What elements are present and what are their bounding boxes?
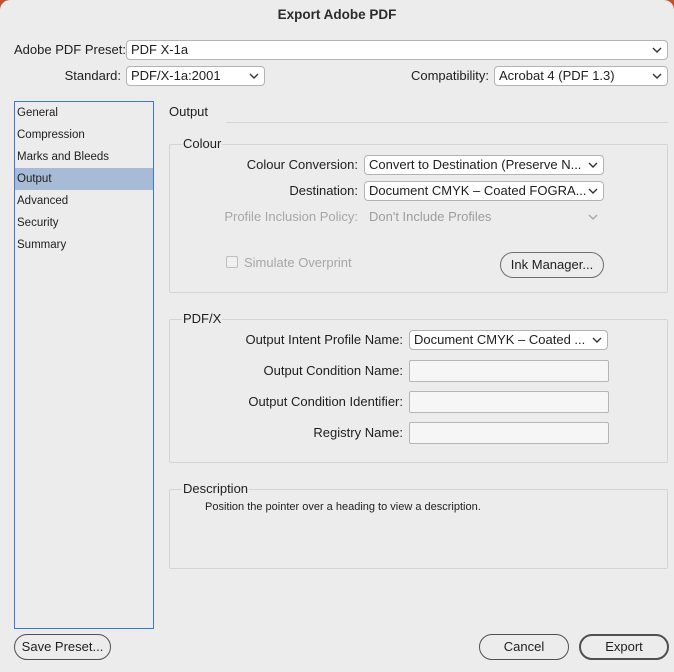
sidebar-item-general[interactable]: General bbox=[15, 102, 153, 124]
description-legend: Description bbox=[182, 481, 250, 496]
output-condition-identifier-label: Output Condition Identifier: bbox=[248, 394, 403, 409]
colour-conversion-value: Convert to Destination (Preserve N... bbox=[369, 157, 582, 172]
save-preset-button[interactable]: Save Preset... bbox=[14, 634, 111, 660]
chevron-down-icon bbox=[249, 67, 259, 85]
colour-conversion-label: Colour Conversion: bbox=[246, 157, 358, 172]
export-pdf-dialog: Export Adobe PDF Adobe PDF Preset: PDF X… bbox=[0, 0, 674, 672]
sidebar-item-security[interactable]: Security bbox=[15, 212, 153, 234]
sidebar: General Compression Marks and Bleeds Out… bbox=[14, 101, 154, 629]
chevron-down-icon bbox=[588, 208, 598, 226]
compatibility-select[interactable]: Acrobat 4 (PDF 1.3) bbox=[494, 66, 668, 86]
destination-label: Destination: bbox=[289, 183, 358, 198]
chevron-down-icon bbox=[588, 156, 598, 174]
compatibility-label: Compatibility: bbox=[410, 68, 489, 83]
dialog-title: Export Adobe PDF bbox=[277, 7, 397, 22]
registry-name-field[interactable] bbox=[409, 422, 609, 444]
sidebar-item-output[interactable]: Output bbox=[15, 168, 153, 190]
output-condition-name-field[interactable] bbox=[409, 360, 609, 382]
chevron-down-icon bbox=[652, 41, 662, 59]
standard-label: Standard: bbox=[64, 68, 121, 83]
section-divider bbox=[226, 122, 668, 123]
profile-inclusion-value: Don't Include Profiles bbox=[369, 209, 492, 224]
compatibility-value: Acrobat 4 (PDF 1.3) bbox=[499, 68, 615, 83]
chevron-down-icon bbox=[652, 67, 662, 85]
output-intent-label: Output Intent Profile Name: bbox=[245, 332, 403, 347]
sidebar-item-marks-and-bleeds[interactable]: Marks and Bleeds bbox=[15, 146, 153, 168]
destination-select[interactable]: Document CMYK – Coated FOGRA... bbox=[364, 181, 604, 201]
colour-legend: Colour bbox=[182, 136, 223, 151]
sidebar-item-summary[interactable]: Summary bbox=[15, 234, 153, 256]
profile-inclusion-select: Don't Include Profiles bbox=[364, 207, 604, 227]
ink-manager-button[interactable]: Ink Manager... bbox=[500, 252, 604, 278]
output-condition-name-label: Output Condition Name: bbox=[263, 363, 403, 378]
export-button[interactable]: Export bbox=[579, 634, 669, 660]
colour-conversion-select[interactable]: Convert to Destination (Preserve N... bbox=[364, 155, 604, 175]
simulate-overprint-label: Simulate Overprint bbox=[244, 255, 352, 270]
preset-select[interactable]: PDF X-1a bbox=[126, 40, 668, 60]
standard-value: PDF/X-1a:2001 bbox=[131, 68, 221, 83]
preset-value: PDF X-1a bbox=[131, 42, 189, 57]
output-condition-identifier-field[interactable] bbox=[409, 391, 609, 413]
output-intent-value: Document CMYK – Coated ... bbox=[414, 332, 586, 347]
profile-inclusion-label: Profile Inclusion Policy: bbox=[224, 209, 358, 224]
sidebar-item-compression[interactable]: Compression bbox=[15, 124, 153, 146]
pdfx-legend: PDF/X bbox=[182, 311, 223, 326]
chevron-down-icon bbox=[592, 331, 602, 349]
chevron-down-icon bbox=[588, 182, 598, 200]
sidebar-item-advanced[interactable]: Advanced bbox=[15, 190, 153, 212]
preset-label: Adobe PDF Preset: bbox=[14, 42, 126, 57]
simulate-overprint-checkbox bbox=[226, 256, 238, 268]
registry-name-label: Registry Name: bbox=[313, 425, 403, 440]
standard-select[interactable]: PDF/X-1a:2001 bbox=[126, 66, 265, 86]
destination-value: Document CMYK – Coated FOGRA... bbox=[369, 183, 587, 198]
output-intent-select[interactable]: Document CMYK – Coated ... bbox=[409, 330, 608, 350]
description-text: Position the pointer over a heading to v… bbox=[205, 501, 481, 513]
section-title: Output bbox=[169, 104, 209, 119]
cancel-button[interactable]: Cancel bbox=[479, 634, 569, 660]
